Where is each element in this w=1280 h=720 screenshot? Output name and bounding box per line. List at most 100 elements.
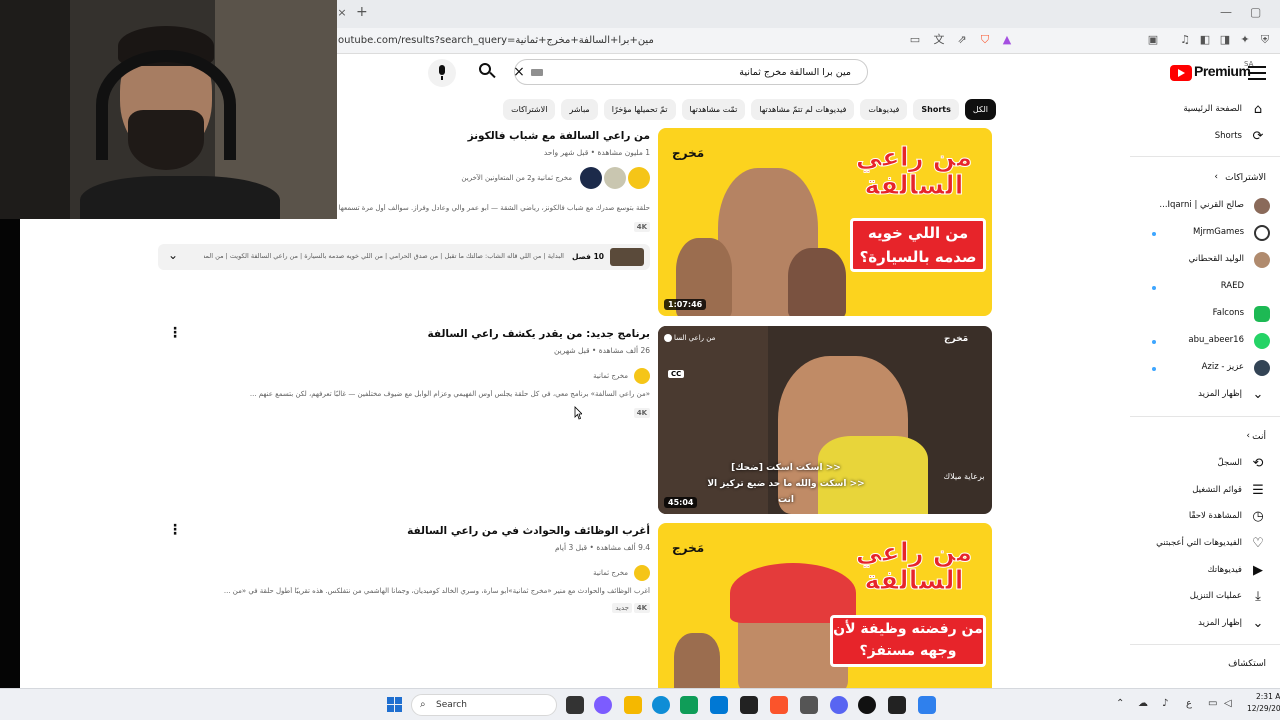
- channel-avatar[interactable]: [634, 368, 650, 384]
- video-thumbnail[interactable]: من راعي السا مَخرج CC << اسكت اسكت [ضحك]…: [658, 326, 992, 514]
- app-icon[interactable]: [740, 696, 758, 714]
- taskbar-search[interactable]: ⌕ Search: [411, 694, 557, 716]
- store-icon[interactable]: [680, 696, 698, 714]
- cc-icon[interactable]: CC: [668, 370, 685, 378]
- wallet-icon[interactable]: ⛨: [1258, 33, 1272, 47]
- outlook-icon[interactable]: [710, 696, 728, 714]
- channel-row[interactable]: مخرج ثمانية: [530, 565, 650, 583]
- speaker-icon[interactable]: [664, 334, 672, 342]
- sidebar-item-shorts[interactable]: ⟳ Shorts: [1130, 125, 1280, 151]
- task-view-icon[interactable]: [566, 696, 584, 714]
- sidebar-subscription[interactable]: Falcons: [1130, 302, 1280, 328]
- sidebar-item-watch-later[interactable]: ◷ المشاهدة لاحقًا: [1130, 505, 1280, 531]
- minimize-icon[interactable]: —: [1220, 5, 1232, 19]
- sidebar-item-downloads[interactable]: ⤓ عمليات التنزيل: [1130, 585, 1280, 611]
- search-input[interactable]: [555, 63, 851, 81]
- sidebar-subscription[interactable]: MjrmGames: [1130, 221, 1280, 247]
- subscriptions-header[interactable]: الاشتراكات ›: [1130, 168, 1280, 190]
- video-title[interactable]: من راعي السالفة مع شباب فالكونز: [468, 130, 650, 142]
- clock-date[interactable]: 12/29/20: [1247, 704, 1280, 713]
- clear-search-button[interactable]: ×: [510, 63, 528, 81]
- chip-shorts[interactable]: Shorts: [913, 99, 959, 120]
- video-title[interactable]: أغرب الوظائف والحوادث في من راعي السالفة: [407, 525, 650, 537]
- channel-avatar[interactable]: [604, 167, 626, 189]
- brave-shield-icon[interactable]: ⛉: [978, 33, 992, 47]
- sidebar-subscription[interactable]: الوليد القحطاني: [1130, 248, 1280, 274]
- sidebar-toggle-icon[interactable]: ◧: [1198, 33, 1212, 47]
- leo-icon[interactable]: ✦: [1238, 33, 1252, 47]
- microphone-icon[interactable]: [428, 59, 456, 87]
- sidebar-subscription[interactable]: RAED: [1130, 275, 1280, 301]
- sidebar-item-label: السجلّ: [1217, 458, 1242, 468]
- network-icon[interactable]: ▭: [1208, 698, 1217, 709]
- obs-icon[interactable]: [858, 696, 876, 714]
- sidebar-show-more[interactable]: ⌄ إظهار المزيد: [1130, 383, 1280, 409]
- more-options-icon[interactable]: ⋮: [168, 523, 182, 539]
- chip-videos[interactable]: فيديوهات: [860, 99, 908, 120]
- chip-all[interactable]: الكل: [964, 99, 996, 120]
- channel-avatar: [1254, 225, 1270, 241]
- sidebar-item-liked[interactable]: ♡ الفيديوهات التي أعجبتني: [1130, 532, 1280, 558]
- youtube-premium-logo[interactable]: Premium SA: [1170, 60, 1253, 84]
- channel-avatar[interactable]: [628, 167, 650, 189]
- keyboard-icon[interactable]: [531, 69, 543, 76]
- url-field[interactable]: outube.com/results?search_query=مين+برا+…: [338, 32, 898, 50]
- sidebar-item-home[interactable]: ⌂ الصفحة الرئيسية: [1130, 98, 1280, 124]
- chevron-up-icon[interactable]: ⌃: [1116, 698, 1124, 709]
- more-options-icon[interactable]: ⋮: [168, 326, 182, 342]
- channel-avatar[interactable]: [580, 167, 602, 189]
- brave-rewards-icon[interactable]: ▲: [1000, 33, 1014, 47]
- reader-icon[interactable]: ▣: [1146, 33, 1160, 47]
- app-icon[interactable]: [918, 696, 936, 714]
- app-icon[interactable]: [800, 696, 818, 714]
- sidebar-show-more[interactable]: ⌄ إظهار المزيد: [1130, 612, 1280, 638]
- maximize-icon[interactable]: ▢: [1250, 5, 1261, 19]
- chapters-row[interactable]: 10 فصل البداية | من اللي قاله الشاب: صال…: [158, 244, 650, 270]
- windows-start-icon[interactable]: [387, 697, 403, 713]
- chip-watched[interactable]: تمّت مشاهدتها: [681, 99, 746, 120]
- video-thumbnail[interactable]: من راعي السالفة من اللي خويه صدمه بالسيا…: [658, 128, 992, 316]
- channel-row[interactable]: مخرج ثمانية: [530, 368, 650, 386]
- chip-subscriptions[interactable]: الاشتراكات: [503, 99, 556, 120]
- share-icon[interactable]: ⇗: [955, 33, 969, 47]
- channel-avatar[interactable]: [634, 565, 650, 581]
- video-result[interactable]: من راعي السالفة من رفضته وظيفة لأن وجهه …: [158, 523, 992, 688]
- translate-icon[interactable]: 文: [932, 33, 946, 47]
- sidebar-item-history[interactable]: ⟲ السجلّ: [1130, 452, 1280, 478]
- chip-unwatched[interactable]: فيديوهات لم تتمّ مشاهدتها: [751, 99, 855, 120]
- search-box[interactable]: [514, 59, 868, 85]
- brave-icon[interactable]: [770, 696, 788, 714]
- epic-games-icon[interactable]: [888, 696, 906, 714]
- cast-icon[interactable]: ▭: [908, 33, 922, 47]
- chip-recently-uploaded[interactable]: تمّ تحميلها مؤخرًا: [603, 99, 676, 120]
- sidebar-item-your-videos[interactable]: ▶ فيديوهاتك: [1130, 559, 1280, 585]
- cloud-icon[interactable]: ☁: [1138, 698, 1148, 709]
- channel-row[interactable]: مخرج ثمانية و2 من المتعاونين الآخرين: [430, 167, 650, 189]
- language-indicator[interactable]: ع: [1186, 698, 1192, 709]
- bookmarks-icon[interactable]: ◨: [1218, 33, 1232, 47]
- chip-live[interactable]: مباشر: [561, 99, 598, 120]
- sidebar-subscription[interactable]: صالح القرني | Iqarni...: [1130, 194, 1280, 220]
- channel-name[interactable]: مخرج ثمانية و2 من المتعاونين الآخرين: [461, 174, 572, 182]
- file-explorer-icon[interactable]: [624, 696, 642, 714]
- music-icon[interactable]: ♫: [1178, 33, 1192, 47]
- new-tab-button[interactable]: +: [356, 4, 368, 20]
- sidebar-item-playlists[interactable]: ☰ قوائم التشغيل: [1130, 479, 1280, 505]
- chevron-down-icon[interactable]: ⌄: [168, 248, 178, 262]
- sidebar-subscription[interactable]: عزيز - Aziz: [1130, 356, 1280, 382]
- discord-icon[interactable]: [830, 696, 848, 714]
- edge-icon[interactable]: [652, 696, 670, 714]
- mic-tray-icon[interactable]: ♪: [1162, 698, 1168, 709]
- channel-name[interactable]: مخرج ثمانية: [593, 372, 628, 380]
- clock-time[interactable]: 2:31 A: [1256, 692, 1280, 701]
- you-header[interactable]: أنت ›: [1130, 427, 1280, 449]
- channel-name[interactable]: مخرج ثمانية: [593, 569, 628, 577]
- video-result[interactable]: من راعي السا مَخرج CC << اسكت اسكت [ضحك]…: [158, 326, 992, 516]
- video-title[interactable]: برنامج جديد: من يقدر يكشف راعي السالفة: [428, 328, 650, 340]
- copilot-icon[interactable]: [594, 696, 612, 714]
- thumbnail-caption: من اللي خويه صدمه بالسيارة؟: [850, 218, 986, 272]
- search-icon[interactable]: [476, 61, 498, 83]
- sidebar-subscription[interactable]: abu_abeer16: [1130, 329, 1280, 355]
- volume-icon[interactable]: ◁: [1224, 698, 1232, 709]
- video-thumbnail[interactable]: من راعي السالفة من رفضته وظيفة لأن وجهه …: [658, 523, 992, 688]
